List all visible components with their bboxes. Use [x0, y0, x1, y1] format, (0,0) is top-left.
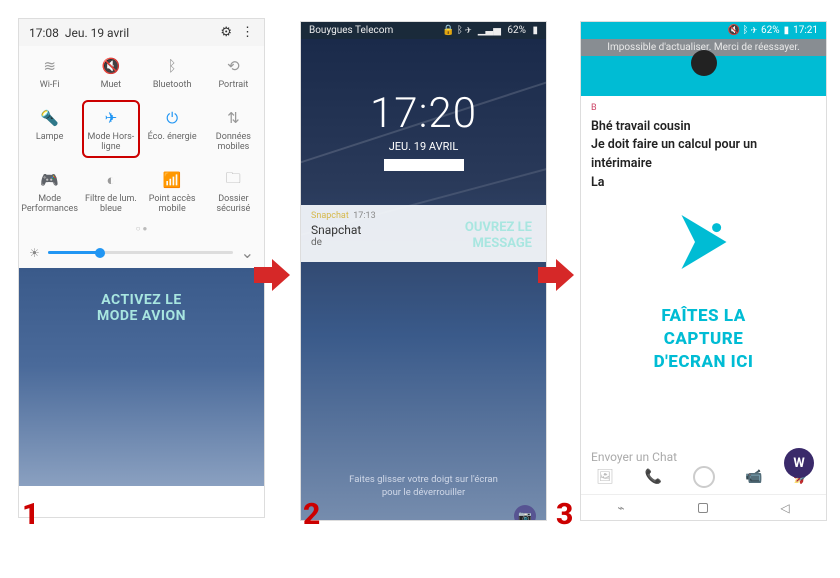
- chat-body: B Bhé travail cousin Je doit faire un ca…: [581, 96, 826, 199]
- camera-shortcut[interactable]: 📷: [514, 505, 536, 521]
- power-icon: ⏻: [142, 108, 203, 128]
- video-icon[interactable]: 📹: [745, 469, 762, 485]
- bluetooth-icon: ᛒ: [142, 56, 203, 76]
- battery-icon: ▮: [784, 25, 790, 36]
- app-logo-icon: [659, 197, 749, 287]
- instruction-overlay: FAÎTES LA CAPTURE D'ECRAN ICI: [581, 197, 826, 374]
- page-dots: ○ ●: [19, 222, 264, 237]
- clock-date: JEU. 19 AVRIL: [301, 140, 546, 153]
- camera-icon: 📷: [518, 510, 532, 522]
- avatar[interactable]: [691, 50, 717, 76]
- phone-step-3: 🔇 ᛒ ✈ 62% ▮ 17:21 Impossible d'actualise…: [580, 21, 827, 521]
- qs-hotspot[interactable]: 📶Point accès mobile: [142, 160, 203, 222]
- signal-icon: ▁▃▅: [478, 25, 501, 36]
- phone-step-1: 17:08 Jeu. 19 avril ⚙ ⋮ ≋Wi-Fi 🔇Muet ᛒBl…: [18, 18, 265, 518]
- chat-line: La: [591, 174, 816, 193]
- redacted-bar: [384, 159, 464, 171]
- sender-label: B: [591, 102, 816, 116]
- instruction-caption: OUVREZ LE MESSAGE: [465, 220, 532, 253]
- more-icon[interactable]: ⋮: [241, 25, 254, 40]
- qs-performance[interactable]: 🎮Mode Performances: [19, 160, 80, 222]
- hotspot-icon: 📶: [142, 170, 203, 190]
- airplane-icon: ✈: [80, 108, 141, 128]
- qs-airplane-mode[interactable]: ✈Mode Hors-ligne: [80, 98, 141, 160]
- chat-line: Bhé travail cousin: [591, 118, 816, 137]
- step-number: 2: [303, 497, 320, 532]
- status-date: Jeu. 19 avril: [65, 26, 129, 40]
- lockscreen-clock: 17:20 JEU. 19 AVRIL: [301, 89, 546, 171]
- status-icons: 🔇 ᛒ ✈: [728, 25, 757, 36]
- status-bar: 🔇 ᛒ ✈ 62% ▮ 17:21: [581, 22, 826, 39]
- battery-label: 62%: [761, 25, 780, 36]
- status-icons: 🔒 ᛒ ✈: [442, 25, 471, 36]
- flashlight-icon: 🔦: [19, 108, 80, 128]
- floating-action-button[interactable]: W: [784, 448, 814, 478]
- chat-line: Je doit faire un calcul pour un intérima…: [591, 136, 816, 174]
- qs-bluetooth[interactable]: ᛒBluetooth: [142, 46, 203, 98]
- step-number: 1: [22, 497, 39, 532]
- battery-icon: ▮: [532, 25, 538, 36]
- notification-time: 17:13: [353, 211, 375, 221]
- phone-step-2: Bouygues Telecom 🔒 ᛒ ✈ ▁▃▅ 62% ▮ 17:20 J…: [300, 21, 547, 521]
- status-time: 17:08: [29, 26, 59, 40]
- android-nav-bar: ⌁ ◁: [581, 494, 826, 520]
- lockscreen[interactable]: 17:20 JEU. 19 AVRIL Snapchat 17:13 Snapc…: [301, 39, 546, 521]
- status-time: 17:21: [793, 25, 818, 36]
- recent-apps-button[interactable]: ⌁: [617, 501, 624, 515]
- notification-app: Snapchat: [311, 211, 349, 221]
- qs-mute[interactable]: 🔇Muet: [80, 46, 141, 98]
- rotation-icon: ⟲: [203, 56, 264, 76]
- gallery-icon[interactable]: 🖼: [596, 469, 614, 485]
- arrow-icon: [536, 255, 576, 295]
- back-button[interactable]: ◁: [780, 501, 789, 515]
- unlock-hint: Faites glisser votre doigt sur l'écran p…: [301, 474, 546, 499]
- bluelight-icon: ◐: [80, 170, 141, 190]
- qs-portrait[interactable]: ⟲Portrait: [203, 46, 264, 98]
- brightness-icon: ☀: [29, 246, 40, 260]
- qs-mobile-data[interactable]: ⇅Données mobiles: [203, 98, 264, 160]
- battery-label: 62%: [507, 25, 526, 36]
- game-icon: 🎮: [19, 170, 80, 190]
- qs-lamp[interactable]: 🔦Lampe: [19, 98, 80, 160]
- status-bar: Bouygues Telecom 🔒 ᛒ ✈ ▁▃▅ 62% ▮: [301, 22, 546, 39]
- mute-icon: 🔇: [80, 56, 141, 76]
- qs-power-saving[interactable]: ⏻Éco. énergie: [142, 98, 203, 160]
- wifi-icon: ≋: [19, 56, 80, 76]
- home-button[interactable]: [698, 503, 708, 513]
- data-icon: ⇅: [203, 108, 264, 128]
- brightness-slider[interactable]: ☀ ⌄: [19, 237, 264, 268]
- chat-header: [581, 56, 826, 96]
- shutter-button[interactable]: [693, 466, 715, 488]
- arrow-icon: [252, 255, 292, 295]
- qs-wifi[interactable]: ≋Wi-Fi: [19, 46, 80, 98]
- wallpaper: ACTIVEZ LE MODE AVION: [19, 268, 264, 486]
- qs-secure-folder[interactable]: 🗀Dossier sécurisé: [203, 160, 264, 222]
- call-icon[interactable]: 📞: [645, 469, 662, 485]
- status-bar: 17:08 Jeu. 19 avril ⚙ ⋮: [19, 19, 264, 46]
- carrier-label: Bouygues Telecom: [309, 25, 393, 36]
- settings-icon[interactable]: ⚙: [220, 25, 232, 40]
- clock-time: 17:20: [301, 89, 546, 138]
- folder-icon: 🗀: [203, 170, 264, 190]
- quick-settings-grid: ≋Wi-Fi 🔇Muet ᛒBluetooth ⟲Portrait 🔦Lampe…: [19, 46, 264, 222]
- qs-blue-light[interactable]: ◐Filtre de lum. bleue: [80, 160, 141, 222]
- instruction-caption: ACTIVEZ LE MODE AVION: [19, 292, 264, 324]
- step-number: 3: [556, 497, 573, 532]
